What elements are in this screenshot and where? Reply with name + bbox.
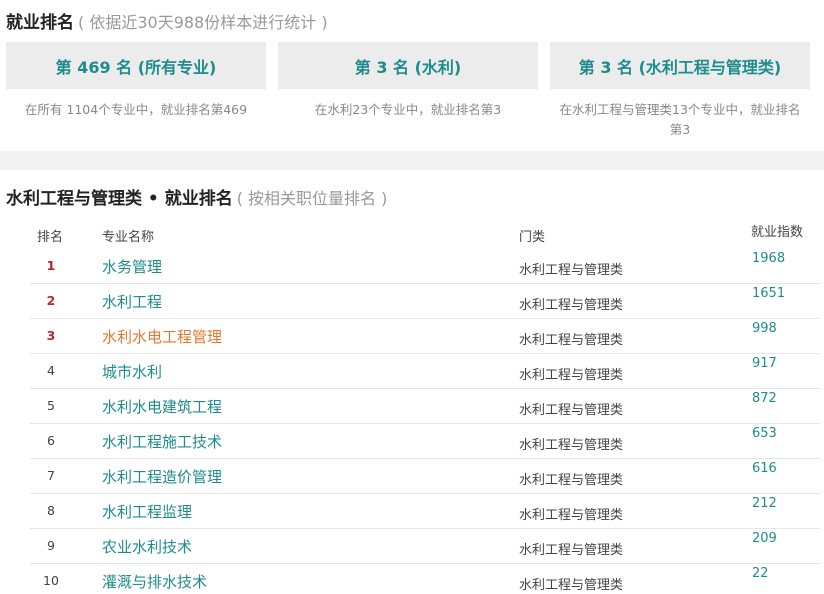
ranking-title-text: 水利工程与管理类 • 就业排名 <box>6 189 233 209</box>
row-major-link[interactable]: 灌溉与排水技术 <box>102 571 207 592</box>
row-major-link[interactable]: 水利水电建筑工程 <box>102 396 222 417</box>
section-divider <box>0 151 824 170</box>
table-row: 10 灌溉与排水技术 水利工程与管理类 22 <box>30 564 820 594</box>
row-category: 水利工程与管理类 <box>519 298 624 313</box>
table-row: 9 农业水利技术 水利工程与管理类 209 <box>30 529 820 564</box>
rank-desc-all: 在所有 1104个专业中，就业排名第469 <box>24 102 248 117</box>
row-index: 998 <box>752 321 777 336</box>
header-name: 专业名称 <box>102 230 155 245</box>
summary-title-text: 就业排名 <box>6 13 74 33</box>
summary-subtitle: ( 依据近30天988份样本进行统计 ) <box>78 13 328 32</box>
row-major-link[interactable]: 水务管理 <box>102 256 162 277</box>
ranking-subtitle: ( 按相关职位量排名 ) <box>236 189 388 208</box>
row-category: 水利工程与管理类 <box>519 543 624 558</box>
row-rank: 1 <box>46 258 56 273</box>
table-row: 7 水利工程造价管理 水利工程与管理类 616 <box>30 459 820 494</box>
summary-title: 就业排名( 依据近30天988份样本进行统计 ) <box>6 8 328 33</box>
row-index: 872 <box>752 391 777 406</box>
row-category: 水利工程与管理类 <box>519 368 624 383</box>
row-category: 水利工程与管理类 <box>519 333 624 348</box>
row-major-link[interactable]: 水利工程监理 <box>102 501 192 522</box>
row-rank: 6 <box>47 433 55 448</box>
table-row: 3 水利水电工程管理 水利工程与管理类 998 <box>30 319 820 354</box>
row-rank: 4 <box>47 363 55 378</box>
row-index: 212 <box>752 496 777 511</box>
rank-card-water: 第 3 名 (水利) <box>278 42 538 89</box>
row-category: 水利工程与管理类 <box>519 263 624 278</box>
row-major-link[interactable]: 水利工程造价管理 <box>102 466 222 487</box>
rank-card-all: 第 469 名 (所有专业) <box>6 42 266 89</box>
row-rank: 10 <box>43 573 59 588</box>
row-rank: 8 <box>47 503 55 518</box>
table-row: 6 水利工程施工技术 水利工程与管理类 653 <box>30 424 820 459</box>
row-index: 1651 <box>752 286 786 301</box>
row-category: 水利工程与管理类 <box>519 578 624 593</box>
row-index: 1968 <box>752 251 786 266</box>
row-index: 917 <box>752 356 777 371</box>
row-category: 水利工程与管理类 <box>519 473 624 488</box>
ranking-title: 水利工程与管理类 • 就业排名( 按相关职位量排名 ) <box>6 184 387 209</box>
row-major-link[interactable]: 农业水利技术 <box>102 536 192 557</box>
rank-card-category: 第 3 名 (水利工程与管理类) <box>550 42 810 89</box>
rank-desc-water: 在水利23个专业中，就业排名第3 <box>314 102 502 117</box>
row-rank: 2 <box>46 293 56 308</box>
row-major-link[interactable]: 水利水电工程管理 <box>102 326 222 347</box>
row-index: 616 <box>752 461 777 476</box>
rank-desc-category: 在水利工程与管理类13个专业中，就业排名第3 <box>559 102 801 137</box>
header-index: 就业指数 <box>751 225 804 240</box>
table-row: 8 水利工程监理 水利工程与管理类 212 <box>30 494 820 529</box>
row-index: 209 <box>752 531 777 546</box>
row-category: 水利工程与管理类 <box>519 403 624 418</box>
table-row: 1 水务管理 水利工程与管理类 1968 <box>30 249 820 284</box>
header-category: 门类 <box>519 230 546 245</box>
row-index: 653 <box>752 426 777 441</box>
row-major-link[interactable]: 水利工程施工技术 <box>102 431 222 452</box>
row-rank: 9 <box>47 538 55 553</box>
table-row: 5 水利水电建筑工程 水利工程与管理类 872 <box>30 389 820 424</box>
row-category: 水利工程与管理类 <box>519 508 624 523</box>
row-rank: 5 <box>47 398 55 413</box>
row-category: 水利工程与管理类 <box>519 438 624 453</box>
row-rank: 3 <box>46 328 56 343</box>
table-row: 2 水利工程 水利工程与管理类 1651 <box>30 284 820 319</box>
row-major-link[interactable]: 水利工程 <box>102 291 162 312</box>
row-major-link[interactable]: 城市水利 <box>102 361 162 382</box>
table-row: 4 城市水利 水利工程与管理类 917 <box>30 354 820 389</box>
row-index: 22 <box>752 566 769 581</box>
header-rank: 排名 <box>37 230 64 245</box>
row-rank: 7 <box>47 468 55 483</box>
